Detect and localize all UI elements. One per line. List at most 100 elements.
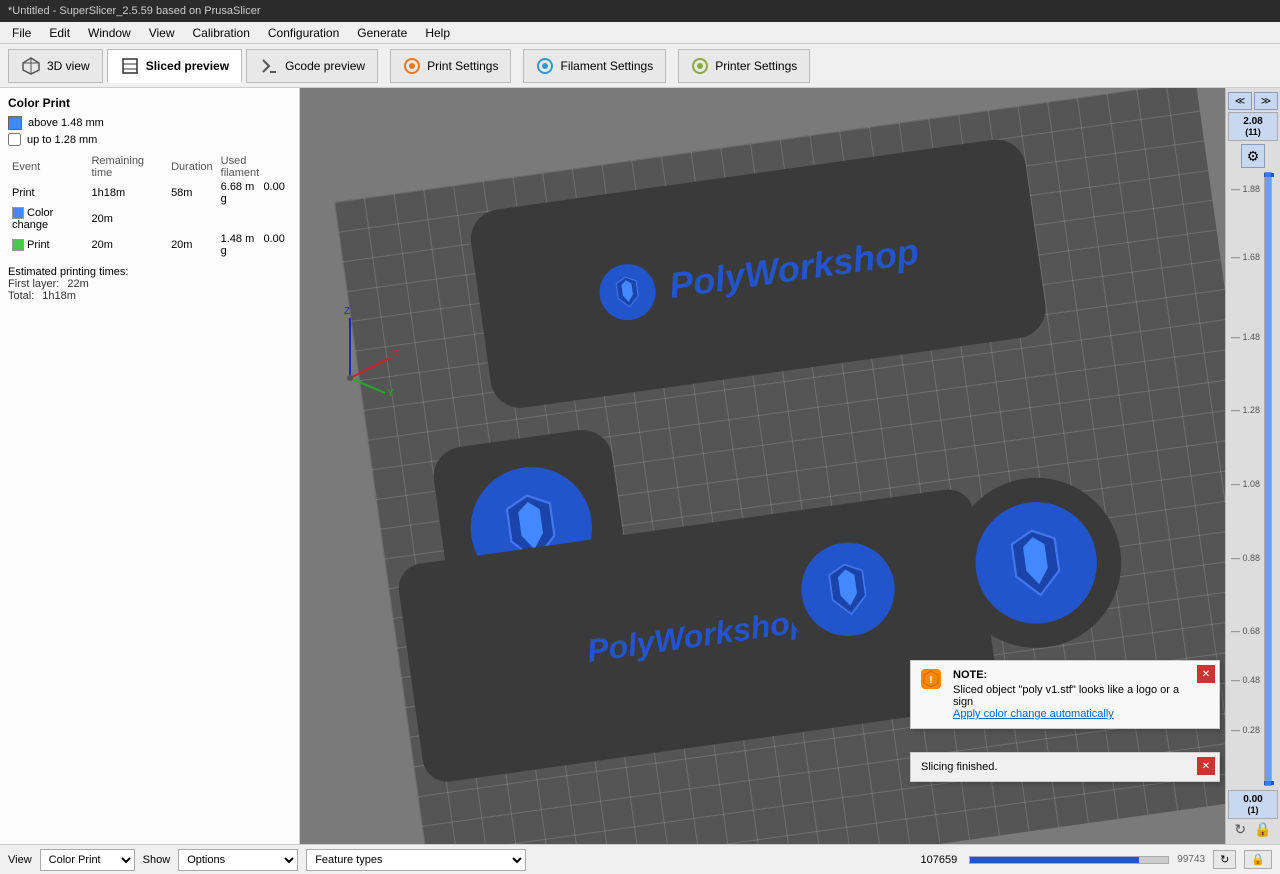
coord-value: 99743 (1177, 854, 1205, 865)
col-duration: Duration (167, 154, 217, 180)
tick-1.28: — 1.28 (1231, 405, 1260, 415)
printer-settings-btn[interactable]: Printer Settings (678, 49, 810, 83)
remaining-cell: 20m (87, 232, 167, 258)
top-nav-btns: ≪ ≫ (1228, 92, 1278, 110)
first-layer-row: First layer: 22m (8, 278, 291, 290)
layer-gear-btn[interactable]: ⚙ (1241, 144, 1265, 168)
table-row: Print 20m 20m 1.48 m 0.00 g (8, 232, 291, 258)
polyworkshop-bottom-text: PolyWorkshop (585, 602, 811, 670)
print-bed: PolyWorkshop PolyWorkshop (334, 88, 1225, 844)
duration-cell: 58m (167, 180, 217, 206)
total-row: Total: 1h18m (8, 290, 291, 302)
ruler-fill (1265, 172, 1271, 786)
layer-top-sub: (11) (1232, 127, 1274, 137)
layer-bottom-number: 0.00 (1232, 794, 1274, 805)
color-label-upto: up to 1.28 mm (27, 134, 97, 146)
printer-settings-label: Printer Settings (715, 59, 797, 73)
layer-bottom-sub: (1) (1232, 805, 1274, 815)
show-select[interactable]: Options (178, 849, 298, 871)
tick-0.48: — 0.48 (1231, 675, 1260, 685)
layer-control: ≪ ≫ 2.08 (11) ⚙ — 1.88 — (1225, 88, 1280, 844)
menu-view[interactable]: View (141, 24, 183, 42)
tick-0.88: — 0.88 (1231, 553, 1260, 563)
right-panel: ≪ ≫ 2.08 (11) ⚙ — 1.88 — (1225, 88, 1280, 844)
layer-nav-right-btn[interactable]: ≫ (1254, 92, 1278, 110)
event-color-swatch (12, 207, 24, 219)
tab-sliced-preview[interactable]: Sliced preview (107, 49, 242, 83)
file-number: 107659 (921, 854, 958, 866)
tick-1.48: — 1.48 (1231, 332, 1260, 342)
menu-help[interactable]: Help (417, 24, 458, 42)
estimated-label: Estimated printing times: (8, 266, 291, 278)
menu-window[interactable]: Window (80, 24, 139, 42)
poly-icon-bottom-right (963, 489, 1110, 636)
layer-top-number: 2.08 (1232, 116, 1274, 127)
menubar: File Edit Window View Calibration Config… (0, 22, 1280, 44)
menu-calibration[interactable]: Calibration (185, 24, 258, 42)
tab-3d-view[interactable]: 3D view (8, 49, 103, 83)
view-select[interactable]: Color Print Feature Type Height (40, 849, 135, 871)
note-close-btn[interactable]: ✕ (1197, 665, 1215, 683)
print-table: Event Remaining time Duration Used filam… (8, 154, 291, 258)
viewport[interactable]: PolyWorkshop PolyWorkshop (300, 88, 1225, 844)
layer-nav-left-btn[interactable]: ≪ (1228, 92, 1252, 110)
filament-cell: 1.48 m 0.00 g (217, 232, 291, 258)
layer-bottom-value: 0.00 (1) (1228, 790, 1278, 819)
remaining-cell: 1h18m (87, 180, 167, 206)
color-row-above: above 1.48 mm (8, 116, 291, 130)
show-label: Show (143, 854, 171, 866)
note-icon: ! (921, 669, 941, 689)
apply-color-link[interactable]: Apply color change automatically (953, 708, 1114, 720)
tick-1.68: — 1.68 (1231, 252, 1260, 262)
tab-gcode-preview[interactable]: Gcode preview (246, 49, 378, 83)
first-layer-value: 22m (67, 278, 88, 290)
menu-generate[interactable]: Generate (349, 24, 415, 42)
color-checkbox-upto[interactable] (8, 133, 21, 146)
statusbar: View Color Print Feature Type Height Sho… (0, 844, 1280, 874)
event-color-swatch2 (12, 239, 24, 251)
feature-types-select[interactable]: Feature types (306, 849, 526, 871)
event-cell: Print (8, 232, 87, 258)
print-settings-btn[interactable]: Print Settings (390, 49, 511, 83)
note-header: NOTE: (953, 669, 1187, 681)
view-label: View (8, 854, 32, 866)
table-row: Color change 20m (8, 206, 291, 232)
print-settings-icon (403, 57, 421, 75)
title-text: *Untitled - SuperSlicer_2.5.59 based on … (8, 5, 261, 17)
event-cell: Color change (8, 206, 87, 232)
gcode-icon (259, 56, 279, 76)
menu-file[interactable]: File (4, 24, 39, 42)
tick-0.68: — 0.68 (1231, 626, 1260, 636)
col-remaining: Remaining time (87, 154, 167, 180)
titlebar: *Untitled - SuperSlicer_2.5.59 based on … (0, 0, 1280, 22)
undo-nav-btn[interactable]: ↻ (1213, 850, 1236, 869)
slicing-text: Slicing finished. (921, 761, 997, 773)
color-row-upto: up to 1.28 mm (8, 133, 291, 146)
col-filament: Used filament (217, 154, 291, 180)
axes-indicator: X Y Z (330, 298, 400, 408)
filament-settings-icon (536, 57, 554, 75)
menu-configuration[interactable]: Configuration (260, 24, 347, 42)
estimated-section: Estimated printing times: First layer: 2… (8, 266, 291, 302)
lock-btn[interactable]: 🔒 (1252, 819, 1273, 840)
lock-nav-btn[interactable]: 🔒 (1244, 850, 1272, 869)
toolbar: 3D view Sliced preview Gcode preview Pri… (0, 44, 1280, 88)
panel-title: Color Print (8, 96, 291, 110)
duration-cell: 20m (167, 232, 217, 258)
filament-settings-label: Filament Settings (560, 59, 653, 73)
svg-text:X: X (392, 348, 399, 359)
menu-edit[interactable]: Edit (41, 24, 78, 42)
total-value: 1h18m (42, 290, 76, 302)
left-panel: Color Print above 1.48 mm up to 1.28 mm … (0, 88, 300, 844)
color-label-above: above 1.48 mm (28, 117, 104, 129)
slicing-close-btn[interactable]: ✕ (1197, 757, 1215, 775)
table-row: Print 1h18m 58m 6.68 m 0.00 g (8, 180, 291, 206)
tab-sliced-preview-label: Sliced preview (146, 59, 229, 73)
tick-1.88: — 1.88 (1231, 184, 1260, 194)
filament-cell (217, 206, 291, 232)
undo-btn[interactable]: ↻ (1232, 819, 1248, 840)
layer-top-value: 2.08 (11) (1228, 112, 1278, 141)
filament-settings-btn[interactable]: Filament Settings (523, 49, 666, 83)
main-area: Color Print above 1.48 mm up to 1.28 mm … (0, 88, 1280, 844)
tick-1.08: — 1.08 (1231, 479, 1260, 489)
